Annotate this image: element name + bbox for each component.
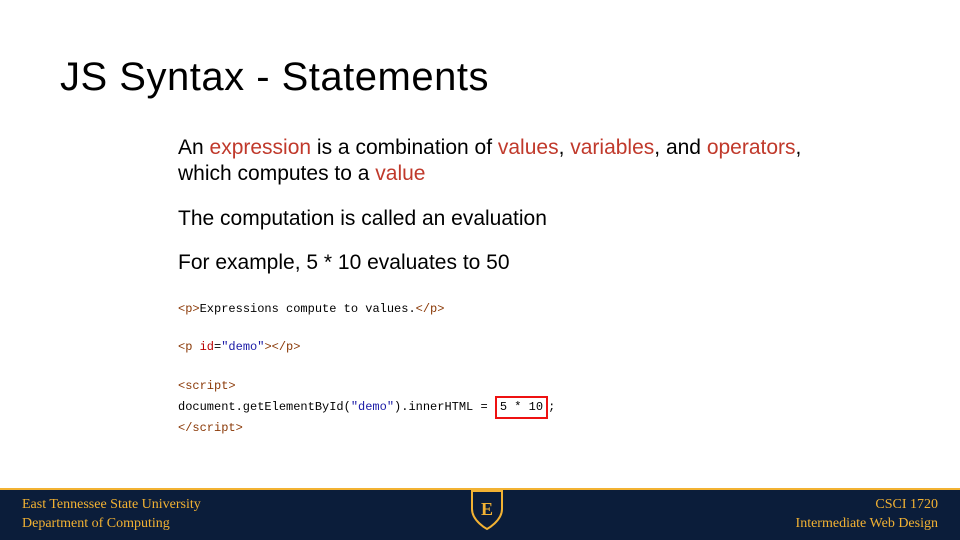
tag: <p> [178,302,200,316]
keyword-values: values [498,136,559,159]
code-line-1: <p>Expressions compute to values.</p> [178,300,858,319]
footer: East Tennessee State University Departme… [0,484,960,540]
course-name: Intermediate Web Design [796,515,938,534]
shield-icon: E [470,489,504,536]
text: , [559,136,571,159]
tag: <script> [178,379,236,393]
code-line-4: document.getElementById("demo").innerHTM… [178,396,858,419]
department-name: Department of Computing [22,515,201,534]
attr: id [192,340,214,354]
string: "demo" [351,400,394,414]
slide-body: An expression is a combination of values… [178,135,858,294]
logo-letter: E [481,499,493,519]
code-text: document.getElementById( [178,400,351,414]
slide: JS Syntax - Statements An expression is … [0,0,960,540]
keyword-expression: expression [210,136,312,159]
code-text: ).innerHTML = [394,400,495,414]
code-blank [178,319,858,338]
tag: </p> [416,302,445,316]
keyword-variables: variables [570,136,654,159]
code-example: <p>Expressions compute to values.</p> <p… [178,300,858,438]
university-name: East Tennessee State University [22,496,201,515]
paragraph-3: For example, 5 * 10 evaluates to 50 [178,250,858,276]
code-blank [178,358,858,377]
slide-title: JS Syntax - Statements [60,55,489,100]
tag: </scr [178,421,214,435]
keyword-value: value [375,162,425,185]
highlighted-expression: 5 * 10 [495,396,548,419]
tag: <p [178,340,192,354]
code-line-2: <p id="demo"></p> [178,338,858,357]
text: An [178,136,210,159]
keyword-operators: operators [707,136,796,159]
paragraph-2: The computation is called an evaluation [178,206,858,232]
footer-right: CSCI 1720 Intermediate Web Design [796,496,938,534]
tag: ipt> [214,421,243,435]
code-text: ; [548,400,555,414]
code-text: Expressions compute to values. [200,302,416,316]
code-line-5: </script> [178,419,858,438]
text: , and [654,136,707,159]
text: is a combination of [311,136,498,159]
footer-left: East Tennessee State University Departme… [22,496,201,534]
attr-value: "demo" [221,340,264,354]
code-block: <p>Expressions compute to values.</p> <p… [178,300,858,438]
tag: ></p> [264,340,300,354]
code-line-3: <script> [178,377,858,396]
paragraph-1: An expression is a combination of values… [178,135,858,188]
course-code: CSCI 1720 [796,496,938,515]
